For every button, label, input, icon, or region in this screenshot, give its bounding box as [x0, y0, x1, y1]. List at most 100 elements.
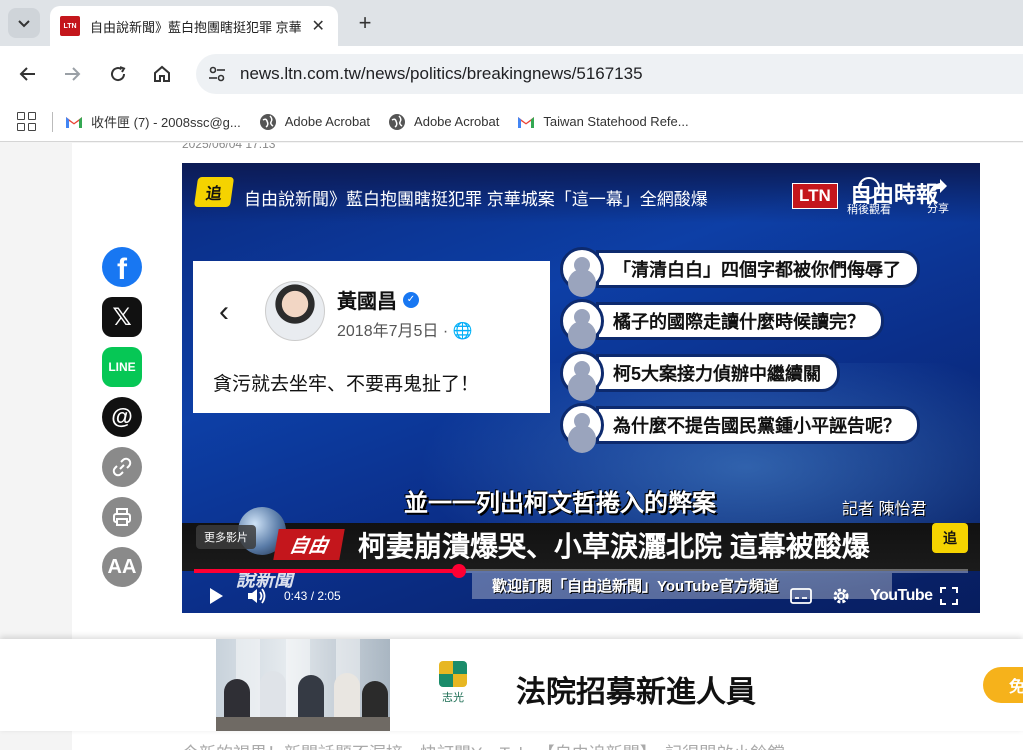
progress-bar[interactable] — [194, 564, 968, 578]
post-author-name: 黃國昌 — [337, 291, 397, 313]
subtitles-button[interactable] — [788, 583, 814, 609]
gmail-icon — [65, 113, 83, 131]
volume-icon — [248, 588, 266, 604]
address-bar[interactable]: news.ltn.com.tw/news/politics/breakingne… — [196, 54, 1023, 94]
font-size-icon: AA — [107, 555, 137, 578]
youtube-logo[interactable]: YouTube — [870, 587, 933, 605]
font-size-button[interactable]: AA — [102, 547, 142, 587]
bookmark-item[interactable]: Adobe Acrobat — [388, 113, 499, 131]
page-content: 2025/06/04 17:13 f 𝕏 LINE @ AA 追 自由說新聞》藍… — [0, 143, 1023, 750]
tab-title: 自由說新聞》藍白抱團瞎挺犯罪 京華城 — [90, 19, 301, 35]
tune-icon — [209, 66, 225, 82]
comment-text: 橘子的國際走讀什麼時候讀完？ — [596, 302, 884, 340]
time-display: 0:43 / 2:05 — [284, 589, 341, 603]
line-icon: LINE — [108, 360, 136, 374]
apps-grid-icon[interactable] — [14, 110, 38, 134]
comment-text: 為什麼不提告國民黨鍾小平誣告呢？ — [596, 406, 920, 444]
fullscreen-icon — [940, 587, 958, 605]
red-brand-tag: 自由 — [273, 529, 345, 560]
ltn-favicon-icon: LTN — [60, 16, 80, 36]
browser-tab[interactable]: LTN 自由說新聞》藍白抱團瞎挺犯罪 京華城 ✕ — [50, 6, 338, 46]
video-title[interactable]: 自由說新聞》藍白抱團瞎挺犯罪 京華城案「這一幕」全網酸爆 — [244, 185, 708, 210]
user-avatar-icon — [560, 403, 604, 447]
gear-icon — [833, 588, 849, 604]
bookmark-label: Adobe Acrobat — [414, 114, 500, 129]
chase-news-small-logo: 追 — [932, 523, 968, 553]
reload-button[interactable] — [104, 60, 132, 88]
play-icon — [210, 588, 223, 604]
user-avatar-icon — [560, 351, 604, 395]
article-dateline: 2025/06/04 17:13 — [182, 143, 276, 151]
reporter-credit: 記者 陳怡君 — [842, 501, 927, 518]
share-arrow-icon — [929, 179, 947, 195]
share-label: 分享 — [927, 203, 949, 215]
threads-share-button[interactable]: @ — [102, 397, 142, 437]
new-tab-button[interactable]: + — [352, 10, 378, 36]
chevron-left-icon: ‹ — [219, 295, 229, 328]
home-icon — [154, 65, 170, 82]
post-text: 貪污就去坐牢、不要再鬼扯了！ — [213, 374, 480, 395]
bookmark-item[interactable]: 收件匣 (7) - 2008ssc@g... — [65, 112, 241, 131]
back-button[interactable] — [14, 60, 42, 88]
video-player[interactable]: 追 自由說新聞》藍白抱團瞎挺犯罪 京華城案「這一幕」全網酸爆 LTN 自由時報 … — [182, 163, 980, 613]
user-avatar-icon — [560, 299, 604, 343]
site-info-button[interactable] — [202, 59, 232, 89]
bookmarks-divider — [52, 111, 53, 132]
link-icon — [112, 457, 132, 477]
ad-photo — [216, 639, 390, 731]
fullscreen-button[interactable] — [936, 583, 962, 609]
reload-icon — [111, 66, 126, 82]
volume-button[interactable] — [244, 583, 270, 609]
comment-text: 「清清白白」四個字都被你們侮辱了 — [596, 250, 920, 288]
threads-icon: @ — [111, 404, 133, 429]
globe-icon — [388, 113, 406, 131]
user-avatar-icon — [560, 247, 604, 291]
home-button[interactable] — [148, 60, 176, 88]
url-text[interactable]: news.ltn.com.tw/news/politics/breakingne… — [240, 64, 643, 84]
watch-later-button[interactable]: 稍後觀看 — [834, 177, 904, 217]
settings-button[interactable] — [828, 583, 854, 609]
x-share-button[interactable]: 𝕏 — [102, 297, 142, 337]
bookmarks-bar: 收件匣 (7) - 2008ssc@g... Adobe Acrobat Ado… — [0, 102, 1023, 142]
ad-title[interactable]: 法院招募新進人員 — [516, 667, 756, 711]
play-button[interactable] — [204, 583, 228, 609]
copy-link-button[interactable] — [102, 447, 142, 487]
ltn-logo: LTN — [792, 183, 838, 209]
ad-logo-text: 志光 — [442, 691, 464, 704]
comment-item: 柯5大案接力偵辦中繼續關 — [560, 351, 841, 395]
video-share-button[interactable]: 分享 — [916, 177, 960, 216]
verified-icon: ✓ — [403, 291, 419, 308]
avatar — [265, 281, 325, 341]
tab-bar: LTN 自由說新聞》藍白抱團瞎挺犯罪 京華城 ✕ + — [0, 0, 1023, 46]
ad-logo: 志光 — [436, 661, 470, 705]
post-date: 2018年7月5日 · 🌐 — [337, 323, 473, 340]
player-controls: 0:43 / 2:05 YouTube — [182, 579, 980, 613]
facebook-share-button[interactable]: f — [102, 247, 142, 287]
globe-icon — [259, 113, 277, 131]
chevron-down-icon — [18, 20, 30, 28]
comment-item: 橘子的國際走讀什麼時候讀完？ — [560, 299, 884, 343]
ad-banner[interactable]: 志光 法院招募新進人員 免 — [0, 639, 1023, 731]
video-subtitle: 並一一列出柯文哲捲入的弊案 — [404, 490, 716, 517]
close-tab-icon[interactable]: ✕ — [309, 16, 328, 36]
comment-item: 「清清白白」四個字都被你們侮辱了 — [560, 247, 920, 291]
chase-news-logo: 追 — [193, 177, 235, 207]
progress-fill — [194, 569, 460, 573]
forward-button[interactable] — [58, 60, 86, 88]
facebook-icon: f — [117, 253, 127, 286]
brand-mark-icon — [439, 661, 467, 687]
print-button[interactable] — [102, 497, 142, 537]
ad-cta-button[interactable]: 免 — [983, 667, 1023, 703]
video-headline: 柯妻崩潰爆哭、小草淚灑北院 這幕被酸爆 — [358, 531, 870, 562]
bookmark-label: Taiwan Statehood Refe... — [543, 114, 689, 129]
tab-list-button[interactable] — [8, 8, 40, 38]
facebook-post-card: ‹ 黃國昌 ✓ 2018年7月5日 · 🌐 貪污就去坐牢、不要再鬼扯了！ — [193, 261, 550, 413]
bookmark-item[interactable]: Taiwan Statehood Refe... — [517, 113, 689, 131]
line-share-button[interactable]: LINE — [102, 347, 142, 387]
more-videos-button[interactable]: 更多影片 — [196, 525, 256, 549]
arrow-left-icon — [19, 67, 35, 81]
bookmark-label: 收件匣 (7) - 2008ssc@g... — [91, 115, 241, 130]
bookmark-label: Adobe Acrobat — [284, 114, 371, 129]
arrow-right-icon — [65, 67, 81, 81]
bookmark-item[interactable]: Adobe Acrobat — [259, 113, 370, 131]
